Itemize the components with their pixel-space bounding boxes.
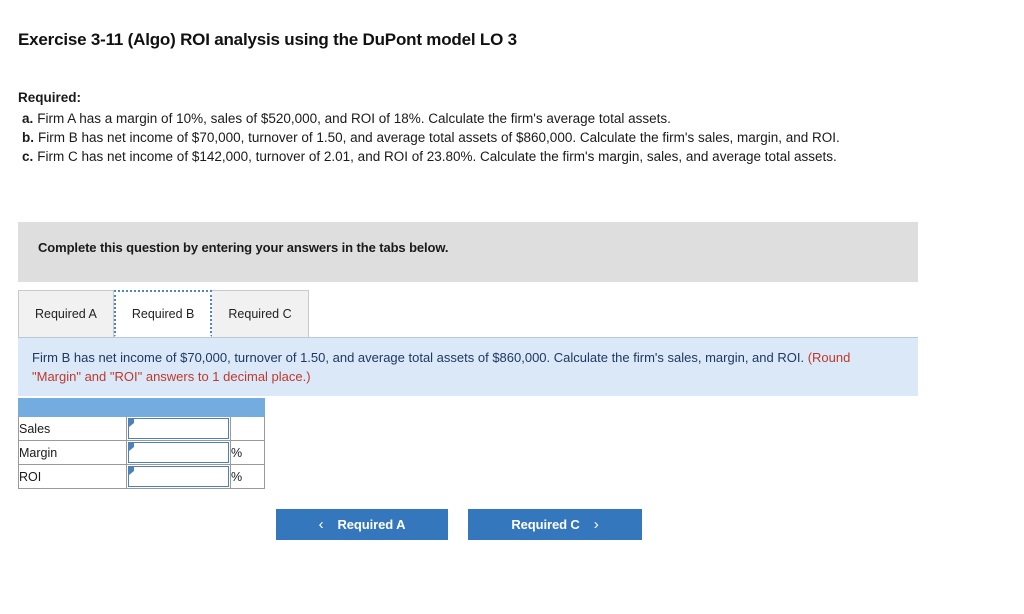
row-label-margin: Margin (18, 440, 127, 465)
required-item-a: a. Firm A has a margin of 10%, sales of … (18, 109, 1010, 128)
required-item-b: b. Firm B has net income of $70,000, tur… (18, 128, 1010, 147)
required-item-a-letter: a. (22, 111, 34, 126)
unit-margin: % (230, 440, 265, 465)
question-prompt: Firm B has net income of $70,000, turnov… (32, 350, 805, 365)
cell-flag-icon (129, 419, 134, 427)
margin-input-cell[interactable] (126, 440, 231, 465)
table-header-cell-label (18, 398, 127, 417)
required-item-c-text: Firm C has net income of $142,000, turno… (37, 149, 837, 164)
page-title: Exercise 3-11 (Algo) ROI analysis using … (18, 30, 517, 49)
unit-sales (230, 416, 265, 441)
cell-flag-icon (129, 443, 134, 451)
unit-roi: % (230, 464, 265, 489)
roi-input[interactable] (128, 466, 229, 487)
question-info-text: Firm B has net income of $70,000, turnov… (32, 348, 900, 386)
tab-required-b[interactable]: Required B (113, 290, 213, 337)
tab-required-a[interactable]: Required A (18, 290, 114, 337)
next-required-c-button[interactable]: Required C › (468, 509, 642, 540)
next-button-label: Required C (511, 517, 580, 532)
tab-required-c[interactable]: Required C (212, 290, 309, 337)
instruction-banner-text: Complete this question by entering your … (38, 240, 449, 255)
required-item-c-letter: c. (22, 149, 34, 164)
table-row: ROI % (18, 464, 265, 489)
table-header-cell-unit (230, 398, 265, 417)
required-item-a-text: Firm A has a margin of 10%, sales of $52… (37, 111, 671, 126)
roi-input-cell[interactable] (126, 464, 231, 489)
question-info-box: Firm B has net income of $70,000, turnov… (18, 337, 918, 396)
answer-table: Sales Margin % ROI % (18, 398, 265, 489)
chevron-right-icon: › (593, 516, 599, 533)
table-row: Sales (18, 416, 265, 441)
sales-input-cell[interactable] (126, 416, 231, 441)
prev-button-label: Required A (337, 517, 406, 532)
instruction-banner: Complete this question by entering your … (18, 222, 918, 282)
tab-required-b-label: Required B (131, 306, 195, 321)
required-item-c: c. Firm C has net income of $142,000, tu… (18, 147, 1010, 166)
required-heading: Required: (18, 90, 82, 105)
table-header-cell-value (126, 398, 231, 417)
table-row: Margin % (18, 440, 265, 465)
tab-required-a-label: Required A (35, 307, 97, 321)
nav-buttons: ‹ Required A Required C › (276, 509, 642, 540)
margin-input[interactable] (128, 442, 229, 463)
table-header-row (18, 398, 265, 417)
required-item-b-text: Firm B has net income of $70,000, turnov… (38, 130, 840, 145)
tab-required-c-label: Required C (228, 307, 292, 321)
required-item-b-letter: b. (22, 130, 34, 145)
prev-required-a-button[interactable]: ‹ Required A (276, 509, 448, 540)
chevron-left-icon: ‹ (318, 516, 324, 533)
row-label-sales: Sales (18, 416, 127, 441)
cell-flag-icon (129, 467, 134, 475)
row-label-roi: ROI (18, 464, 127, 489)
tab-strip: Required A Required B Required C (18, 290, 309, 337)
sales-input[interactable] (128, 418, 229, 439)
required-section: Required: a. Firm A has a margin of 10%,… (18, 88, 1010, 166)
